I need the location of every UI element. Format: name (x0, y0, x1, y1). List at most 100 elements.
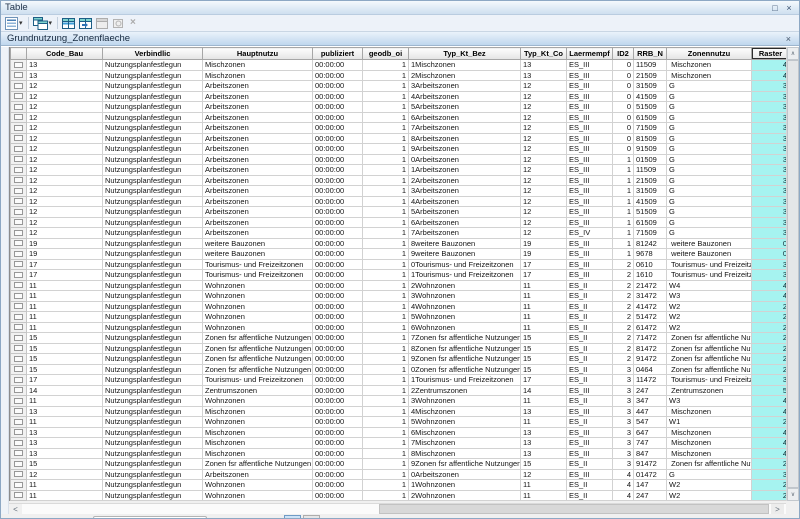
row-selector-box[interactable] (14, 482, 23, 488)
cell-verbindlic[interactable]: Nutzungsplanfestlegun (103, 81, 203, 92)
row-selector-box[interactable] (14, 198, 23, 204)
cell-raster[interactable]: 4 (752, 396, 789, 407)
cell-laermempf[interactable]: ES_III (567, 438, 613, 449)
cell-typ_kt_bez[interactable]: 3Arbeitszonen (409, 81, 521, 92)
cell-raster[interactable]: 4 (752, 280, 789, 291)
cell-publiziert[interactable]: 00:00:00 (313, 196, 363, 207)
row-selector-box[interactable] (14, 156, 23, 162)
row-selector-box[interactable] (14, 471, 23, 477)
cell-hauptnutzu[interactable]: Arbeitszonen (203, 91, 313, 102)
row-selector[interactable] (11, 165, 27, 176)
cell-zonennutzu[interactable]: G (667, 154, 752, 165)
cell-typ_kt_co[interactable]: 12 (521, 165, 567, 176)
cell-hauptnutzu[interactable]: Arbeitszonen (203, 217, 313, 228)
cell-raster[interactable]: 3 (752, 186, 789, 197)
cell-laermempf[interactable]: ES_II (567, 333, 613, 344)
row-selector[interactable] (11, 259, 27, 270)
cell-hauptnutzu[interactable]: Arbeitszonen (203, 123, 313, 134)
cell-typ_kt_co[interactable]: 13 (521, 448, 567, 459)
cell-code_bau[interactable]: 15 (27, 333, 103, 344)
cell-rrb_n[interactable]: 81242 (634, 238, 667, 249)
cell-zonennutzu[interactable]: W2 (667, 490, 752, 501)
cell-typ_kt_bez[interactable]: 5Arbeitszonen (409, 207, 521, 218)
cell-geodb_oi[interactable]: 1 (363, 291, 409, 302)
cell-hauptnutzu[interactable]: Zentrumszonen (203, 385, 313, 396)
column-header-ID2[interactable]: ID2 (613, 48, 634, 60)
cell-verbindlic[interactable]: Nutzungsplanfestlegun (103, 417, 203, 428)
cell-typ_kt_bez[interactable]: 8Zonen fsr affentliche Nutzungen (409, 343, 521, 354)
cell-typ_kt_bez[interactable]: 1Tourismus- und Freizeitzonen (409, 375, 521, 386)
cell-publiziert[interactable]: 00:00:00 (313, 207, 363, 218)
row-selector-box[interactable] (14, 429, 23, 435)
cell-publiziert[interactable]: 00:00:00 (313, 70, 363, 81)
cell-verbindlic[interactable]: Nutzungsplanfestlegun (103, 123, 203, 134)
cell-typ_kt_bez[interactable]: 8Mischzonen (409, 448, 521, 459)
cell-verbindlic[interactable]: Nutzungsplanfestlegun (103, 480, 203, 491)
row-selector[interactable] (11, 228, 27, 239)
scroll-left-icon[interactable]: < (9, 504, 22, 514)
cell-laermempf[interactable]: ES_III (567, 217, 613, 228)
cell-typ_kt_co[interactable]: 11 (521, 291, 567, 302)
cell-laermempf[interactable]: ES_II (567, 322, 613, 333)
cell-typ_kt_co[interactable]: 12 (521, 217, 567, 228)
row-selector[interactable] (11, 123, 27, 134)
cell-laermempf[interactable]: ES_II (567, 354, 613, 365)
cell-typ_kt_bez[interactable]: 6Mischzonen (409, 427, 521, 438)
cell-typ_kt_co[interactable]: 19 (521, 249, 567, 260)
cell-code_bau[interactable]: 11 (27, 312, 103, 323)
cell-rrb_n[interactable]: 61509 (634, 112, 667, 123)
cell-code_bau[interactable]: 12 (27, 91, 103, 102)
cell-publiziert[interactable]: 00:00:00 (313, 333, 363, 344)
cell-verbindlic[interactable]: Nutzungsplanfestlegun (103, 301, 203, 312)
cell-code_bau[interactable]: 19 (27, 249, 103, 260)
row-selector-box[interactable] (14, 303, 23, 309)
row-selector[interactable] (11, 448, 27, 459)
cell-publiziert[interactable]: 00:00:00 (313, 270, 363, 281)
cell-hauptnutzu[interactable]: Arbeitszonen (203, 175, 313, 186)
row-selector-box[interactable] (14, 209, 23, 215)
cell-code_bau[interactable]: 11 (27, 291, 103, 302)
cell-id2[interactable]: 2 (613, 301, 634, 312)
cell-hauptnutzu[interactable]: Arbeitszonen (203, 228, 313, 239)
cell-id2[interactable]: 3 (613, 396, 634, 407)
cell-geodb_oi[interactable]: 1 (363, 81, 409, 92)
show-selected-records-icon[interactable] (303, 515, 320, 519)
cell-verbindlic[interactable]: Nutzungsplanfestlegun (103, 249, 203, 260)
cell-rrb_n[interactable]: 41509 (634, 91, 667, 102)
cell-id2[interactable]: 0 (613, 144, 634, 155)
cell-zonennutzu[interactable]: Mischzonen (667, 70, 752, 81)
cell-hauptnutzu[interactable]: Arbeitszonen (203, 112, 313, 123)
cell-hauptnutzu[interactable]: Arbeitszonen (203, 165, 313, 176)
row-selector-box[interactable] (14, 62, 23, 68)
cell-hauptnutzu[interactable]: Arbeitszonen (203, 186, 313, 197)
cell-rrb_n[interactable]: 0610 (634, 259, 667, 270)
cell-typ_kt_co[interactable]: 12 (521, 133, 567, 144)
row-selector[interactable] (11, 438, 27, 449)
column-header-Typ_Kt_Co[interactable]: Typ_Kt_Co (521, 48, 567, 60)
row-selector-box[interactable] (14, 167, 23, 173)
cell-id2[interactable]: 3 (613, 375, 634, 386)
row-selector[interactable] (11, 133, 27, 144)
cell-verbindlic[interactable]: Nutzungsplanfestlegun (103, 490, 203, 501)
cell-geodb_oi[interactable]: 1 (363, 385, 409, 396)
close-table-icon[interactable]: × (784, 34, 793, 44)
cell-verbindlic[interactable]: Nutzungsplanfestlegun (103, 217, 203, 228)
cell-publiziert[interactable]: 00:00:00 (313, 133, 363, 144)
cell-typ_kt_co[interactable]: 19 (521, 238, 567, 249)
cell-typ_kt_co[interactable]: 11 (521, 280, 567, 291)
cell-typ_kt_bez[interactable]: 4Arbeitszonen (409, 196, 521, 207)
cell-rrb_n[interactable]: 41472 (634, 301, 667, 312)
cell-rrb_n[interactable]: 0464 (634, 364, 667, 375)
cell-raster[interactable]: 3 (752, 175, 789, 186)
cell-verbindlic[interactable]: Nutzungsplanfestlegun (103, 144, 203, 155)
cell-raster[interactable]: 4 (752, 291, 789, 302)
cell-zonennutzu[interactable]: weitere Bauzonen (667, 238, 752, 249)
table-options-button[interactable]: ▾ (4, 16, 24, 31)
cell-typ_kt_co[interactable]: 13 (521, 438, 567, 449)
cell-publiziert[interactable]: 00:00:00 (313, 91, 363, 102)
cell-verbindlic[interactable]: Nutzungsplanfestlegun (103, 343, 203, 354)
cell-typ_kt_bez[interactable]: 2Mischzonen (409, 70, 521, 81)
cell-laermempf[interactable]: ES_II (567, 396, 613, 407)
cell-hauptnutzu[interactable]: Arbeitszonen (203, 81, 313, 92)
cell-geodb_oi[interactable]: 1 (363, 207, 409, 218)
